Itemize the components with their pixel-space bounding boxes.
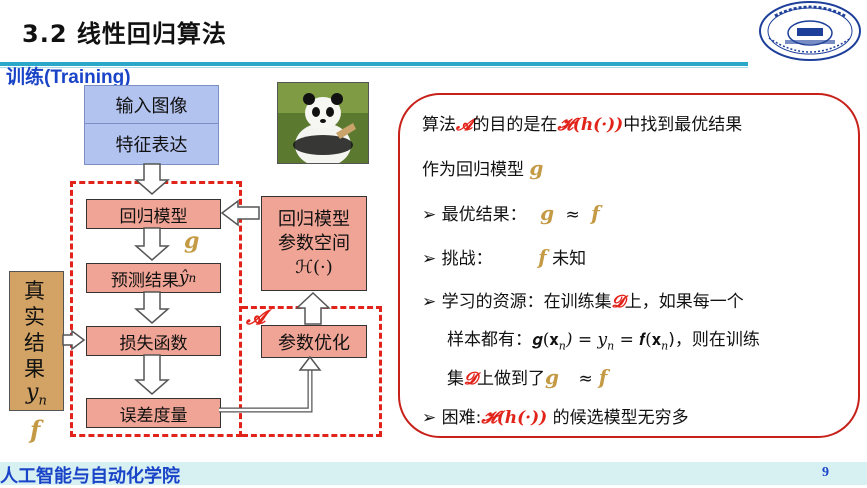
panel-line1-a: 算法 (422, 115, 456, 135)
panel-line1-H: 𝓗(𝒉(·)) (557, 115, 624, 135)
footer-school-name: 人工智能与自动化学院 (0, 466, 180, 486)
bullet1-f: f (591, 201, 600, 225)
eq-part-2: ) = y (565, 330, 608, 350)
panel-bullet-4: ➢ 困难:𝓗(𝒉(·)) 的候选模型无穷多 (422, 403, 689, 428)
panel-line2-a: 作为回归模型 (422, 160, 524, 180)
bullet-arrow-icon: ➢ (422, 292, 437, 312)
bullet3-line3-f: f (598, 365, 608, 389)
bullet3-D: 𝓓 (611, 292, 625, 312)
panel-line2-g: g (529, 156, 544, 180)
bullet4-b: 的候选模型无穷多 (552, 408, 689, 428)
bullet-arrow-icon: ➢ (422, 205, 437, 225)
flow-arrows (62, 163, 331, 413)
panel-line1-algo: 𝓐 (456, 115, 473, 135)
panel-bullet-3-line-2: 样本都有：𝒈(𝐱n) = yn = 𝒇(𝐱n)，则在训练 (447, 325, 760, 352)
eq-sub-1: n (558, 339, 566, 353)
bullet4-a: 困难: (441, 408, 482, 428)
bullet3-line3-approx: ≈ (578, 369, 593, 389)
panel-bullet-1: ➢ 最优结果： g ≈ f (422, 200, 600, 225)
bullet3-equation: 𝒈(𝐱n) = yn = 𝒇(𝐱n (532, 330, 668, 353)
bullet1-approx: ≈ (565, 205, 580, 225)
eq-part-3: = 𝒇(𝐱 (614, 330, 662, 350)
bullet3-a: 学习的资源：在训练集 (441, 292, 612, 312)
panel-line1-c: 中找到最优结果 (623, 115, 743, 135)
panel-line-1: 算法𝓐的目的是在𝓗(𝒉(·))中找到最优结果 (422, 110, 742, 135)
bullet-arrow-icon: ➢ (422, 249, 437, 269)
bullet3-line2-a: 样本都有： (447, 330, 532, 350)
panel-bullet-3: ➢ 学习的资源：在训练集𝓓上，如果每一个 (422, 287, 744, 312)
bullet2-tail: 未知 (552, 249, 587, 269)
panel-line-2: 作为回归模型 g (422, 155, 543, 180)
page-number: 9 (822, 465, 829, 480)
eq-part-4: )，则在训练 (668, 330, 760, 350)
bullet3-line3-a: 集 (447, 369, 464, 389)
bullet2-f: f (538, 245, 547, 269)
bullet3-line3-D: 𝓓 (464, 369, 478, 389)
bullet-arrow-icon: ➢ (422, 408, 437, 428)
bullet3-line3-g: g (545, 365, 560, 389)
bullet3-b: 上，如果每一个 (624, 292, 744, 312)
university-seal-icon (755, 0, 865, 62)
panel-bullet-2: ➢ 挑战： f 未知 (422, 244, 586, 269)
bullet1-g: g (540, 201, 555, 225)
bullet4-H: 𝓗(𝒉(·)) (481, 408, 548, 428)
bullet3-line3-b: 上做到了 (477, 369, 546, 389)
bullet1-label: 最优结果： (441, 205, 527, 225)
eq-part-1: 𝒈(𝐱 (532, 330, 559, 350)
bullet2-label: 挑战： (441, 249, 493, 269)
panel-bullet-3-line-3: 集𝓓上做到了g ≈ f (447, 364, 607, 389)
panel-line1-b: 的目的是在 (472, 115, 558, 135)
